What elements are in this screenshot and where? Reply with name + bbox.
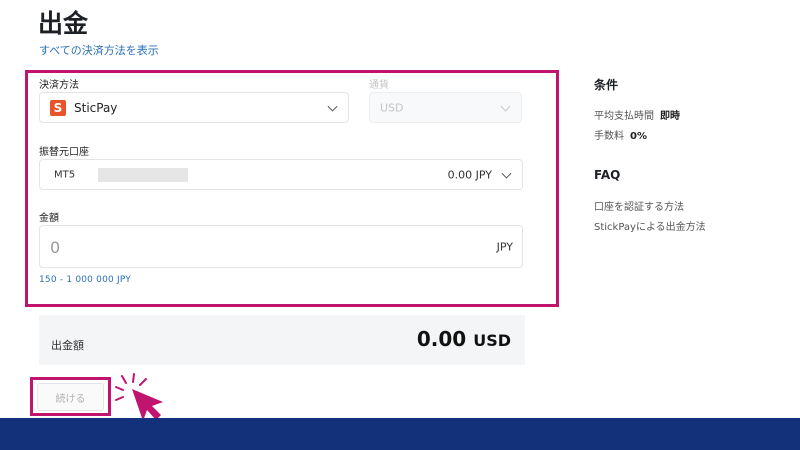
currency-select[interactable]: USD — [369, 92, 522, 123]
avg-payout-time: 平均支払時間 即時 — [594, 107, 680, 122]
currency-value: USD — [380, 101, 404, 114]
fee-value: 0% — [630, 131, 647, 142]
faq-heading: FAQ — [594, 168, 621, 182]
payment-method-select[interactable]: S SticPay — [39, 92, 349, 123]
platform-tag: MT5 — [54, 169, 76, 180]
avg-payout-time-label: 平均支払時間 — [594, 111, 654, 122]
currency-label: 通貨 — [369, 80, 389, 91]
withdrawal-amount-number: 0.00 — [416, 327, 467, 351]
chevron-down-icon — [500, 101, 511, 112]
click-cursor-icon — [115, 373, 163, 421]
payment-method-label: 決済方法 — [39, 80, 79, 91]
amount-input[interactable] — [50, 234, 430, 260]
continue-button[interactable]: 続ける — [37, 383, 104, 411]
amount-field[interactable]: JPY — [39, 225, 523, 268]
withdrawal-total-panel: 出金額 0.00 USD — [39, 315, 525, 365]
amount-unit: JPY — [496, 240, 513, 253]
redacted-account-number — [98, 167, 188, 182]
payment-method-value: SticPay — [74, 100, 118, 115]
fee-info: 手数料 0% — [594, 127, 647, 142]
chevron-down-icon — [327, 101, 338, 112]
withdrawal-amount-value: 0.00 USD — [417, 327, 511, 351]
source-account-select[interactable]: MT5 0.00 JPY — [39, 159, 523, 190]
page-title: 出金 — [38, 9, 89, 38]
fee-label: 手数料 — [594, 131, 624, 142]
faq-link-verify-account[interactable]: 口座を認証する方法 — [594, 198, 684, 213]
withdrawal-amount-currency: USD — [473, 331, 511, 350]
faq-link-sticpay-withdrawal[interactable]: StickPayによる出金方法 — [594, 218, 706, 233]
amount-range-hint: 150 - 1 000 000 JPY — [39, 275, 131, 285]
footer-bar — [0, 418, 800, 450]
sticpay-logo-icon: S — [50, 99, 66, 116]
avg-payout-time-value: 即時 — [660, 111, 680, 122]
source-account-label: 振替元口座 — [39, 147, 89, 158]
withdrawal-amount-label: 出金額 — [51, 339, 84, 352]
account-balance: 0.00 JPY — [447, 168, 492, 181]
conditions-heading: 条件 — [594, 78, 619, 92]
chevron-down-icon — [501, 168, 512, 179]
all-payment-methods-link[interactable]: すべての決済方法を表示 — [39, 42, 159, 58]
amount-label: 金額 — [39, 213, 59, 224]
